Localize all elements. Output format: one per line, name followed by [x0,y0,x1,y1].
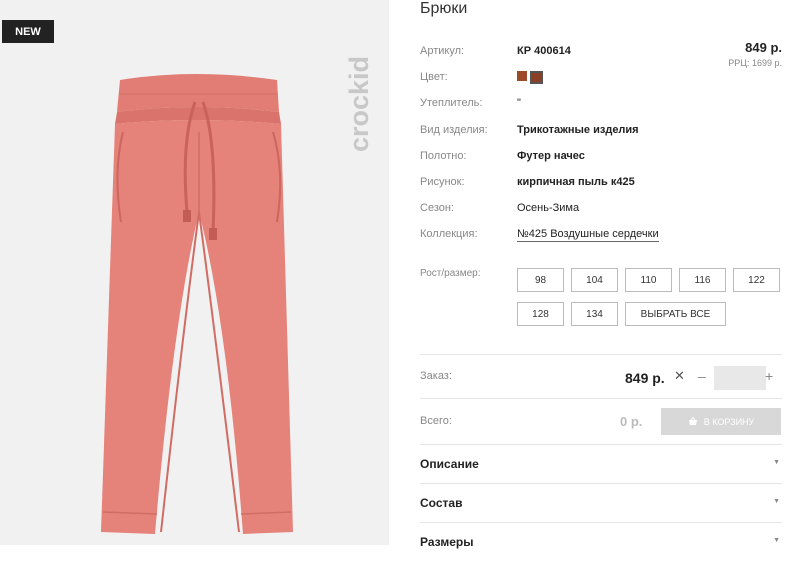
order-label: Заказ: [420,370,452,382]
attr-value: КР 400614 [517,45,571,57]
size-option[interactable]: 116 [679,268,726,292]
attr-value: " [517,97,521,109]
accordion-title: Описание [420,457,479,471]
pants-illustration [101,74,293,534]
attr-label: Полотно: [420,150,467,162]
accordion-sizes[interactable]: Размеры ▼ [420,523,782,561]
quantity-input[interactable] [714,366,766,390]
total-value: 0 р. [620,414,643,429]
color-swatch-selected[interactable] [530,71,543,84]
divider [420,398,782,399]
attr-label: Вид изделия: [420,124,488,136]
size-label: Рост/размер: [420,268,481,279]
quantity-increase-button[interactable]: + [765,368,773,384]
product-image[interactable]: NEW crockid [0,0,389,545]
color-swatch[interactable] [517,71,527,81]
chevron-down-icon: ▼ [773,498,780,505]
accordion-composition[interactable]: Состав ▼ [420,484,782,522]
accordion-title: Состав [420,496,463,510]
order-price: 849 р. [625,370,665,386]
size-option[interactable]: 134 [571,302,618,326]
size-option[interactable]: 128 [517,302,564,326]
attr-value: Футер начес [517,150,585,162]
add-to-cart-label: В КОРЗИНУ [703,416,755,427]
attr-label: Утеплитель: [420,97,483,109]
attr-label: Рисунок: [420,176,465,188]
add-to-cart-button[interactable]: В КОРЗИНУ [661,408,781,435]
size-option[interactable]: 104 [571,268,618,292]
size-option[interactable]: 110 [625,268,672,292]
total-label: Всего: [420,415,452,427]
new-badge: NEW [2,20,54,43]
accordion-description[interactable]: Описание ▼ [420,445,782,483]
attr-label: Цвет: [420,71,448,83]
attr-value: кирпичная пыль к425 [517,176,635,188]
attr-value: Осень-Зима [517,202,580,214]
select-all-sizes-button[interactable]: ВЫБРАТЬ ВСЕ [625,302,726,326]
rrp-price: РРЦ: 1699 р. [728,58,782,68]
attr-label: Коллекция: [420,228,478,240]
size-option[interactable]: 98 [517,268,564,292]
multiply-icon: ✕ [674,368,685,383]
color-swatches [517,71,543,84]
brand-logo: crockid [344,56,374,152]
attr-label: Артикул: [420,45,465,57]
chevron-down-icon: ▼ [773,537,780,544]
collection-link[interactable]: №425 Воздушные сердечки [517,228,659,242]
quantity-decrease-button[interactable]: – [698,368,706,384]
product-details: Брюки 849 р. РРЦ: 1699 р. Артикул: КР 40… [420,0,782,549]
chevron-down-icon: ▼ [773,459,780,466]
size-option[interactable]: 122 [733,268,780,292]
divider [420,354,782,355]
product-title: Брюки [420,0,468,17]
attr-value: Трикотажные изделия [517,124,639,136]
attr-label: Сезон: [420,202,454,214]
accordion-title: Размеры [420,535,474,549]
product-price: 849 р. [745,40,782,55]
basket-icon [688,417,697,425]
brand-logo-text: crockid [344,56,374,152]
